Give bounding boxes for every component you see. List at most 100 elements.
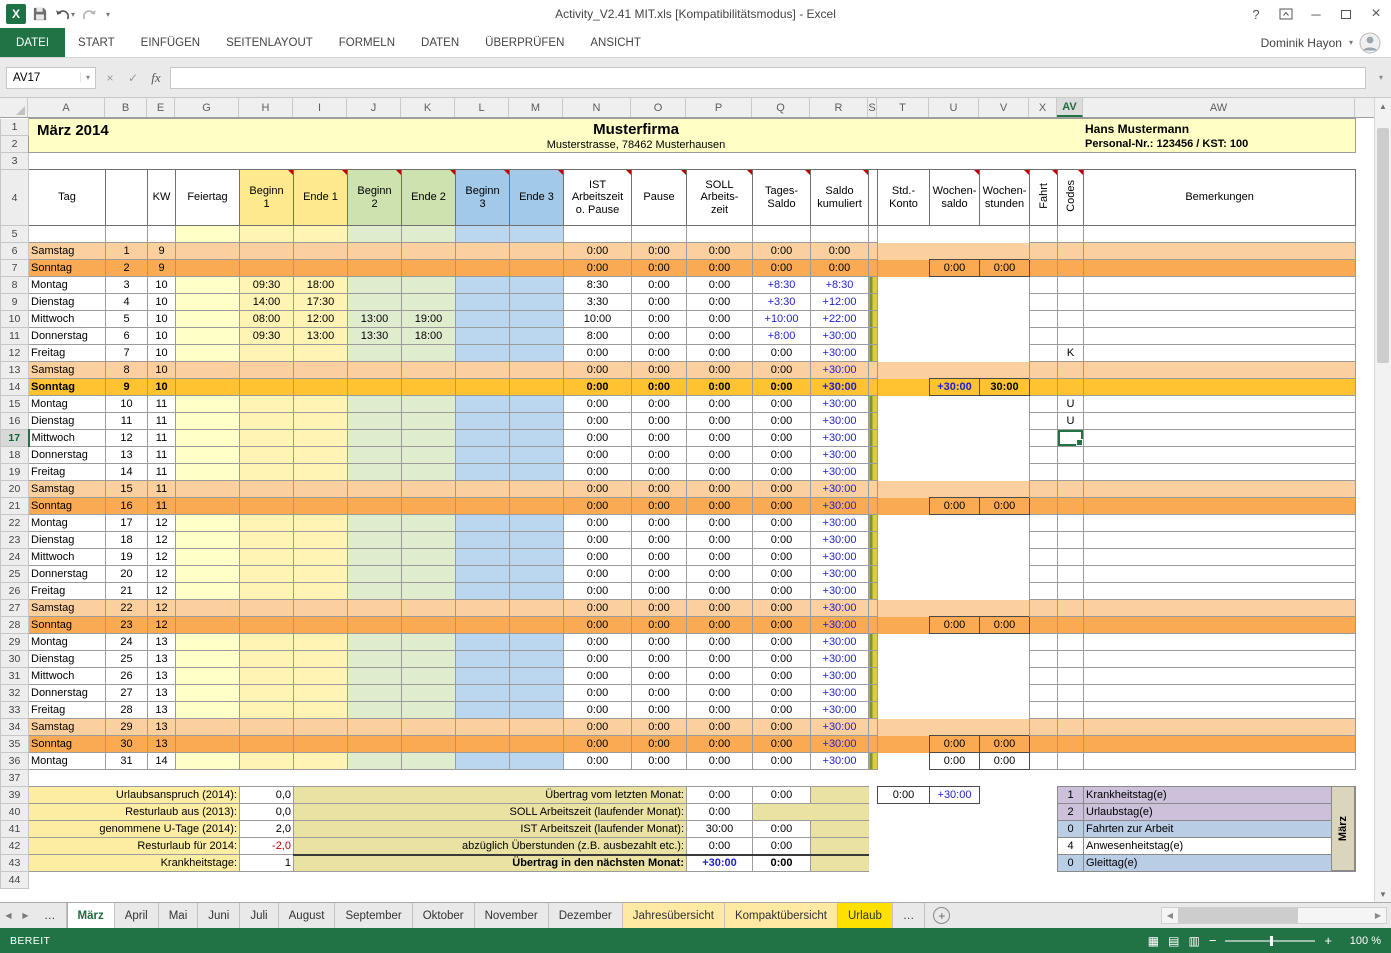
bemerkungen-cell[interactable] [1084,345,1356,362]
std-konto-cell[interactable] [878,702,930,719]
wochen-saldo-cell[interactable] [930,362,980,379]
ende3-cell[interactable] [510,566,564,583]
feiertag-cell[interactable] [176,736,240,753]
summary-mid-value2[interactable] [753,804,811,821]
kw-cell[interactable]: 11 [148,413,176,430]
summary-left-value[interactable]: 2,0 [240,821,294,838]
progress-stripe-cell[interactable] [869,379,878,396]
bemerkungen-cell[interactable] [1084,702,1356,719]
pause-cell[interactable]: 0:00 [632,600,687,617]
saldo-kumuliert-cell[interactable]: +30:00 [811,600,869,617]
tages-saldo-cell[interactable]: 0:00 [753,566,811,583]
ende2-cell[interactable] [402,566,456,583]
ende1-cell[interactable] [294,260,348,277]
day-name-cell[interactable]: Mittwoch [29,311,106,328]
ende1-cell[interactable]: 13:00 [294,328,348,345]
wochen-saldo-cell[interactable] [930,464,980,481]
feiertag-cell[interactable] [176,447,240,464]
ende2-cell[interactable] [402,481,456,498]
tages-saldo-cell[interactable]: 0:00 [753,430,811,447]
ende3-cell[interactable] [510,515,564,532]
row-header-24[interactable]: 24 [1,549,29,566]
soll-cell[interactable]: 0:00 [687,617,753,634]
wochen-stunden-cell[interactable] [980,311,1030,328]
pause-cell[interactable]: 0:00 [632,736,687,753]
row-header-31[interactable]: 31 [1,668,29,685]
sheet-tab-november[interactable]: November [475,903,549,928]
wochen-saldo-cell[interactable] [930,685,980,702]
bemerkungen-cell[interactable] [1084,617,1356,634]
table-header-bemerkungen[interactable]: Bemerkungen [1084,170,1356,226]
summary-right-value1[interactable] [878,821,930,838]
wochen-saldo-cell[interactable] [930,243,980,260]
std-konto-cell[interactable] [878,328,930,345]
cell[interactable] [564,226,632,243]
kw-cell[interactable]: 12 [148,532,176,549]
wochen-saldo-cell[interactable] [930,532,980,549]
fahrt-cell[interactable] [1030,515,1058,532]
wochen-saldo-cell[interactable] [930,549,980,566]
cell[interactable] [1030,804,1058,821]
day-number-cell[interactable]: 27 [106,685,148,702]
progress-stripe-cell[interactable] [869,328,878,345]
table-header-ende2[interactable]: Ende 2 [402,170,456,226]
beginn3-cell[interactable] [456,583,510,600]
legend-count[interactable]: 1 [1058,787,1084,804]
bemerkungen-cell[interactable] [1084,583,1356,600]
ende1-cell[interactable] [294,651,348,668]
cell[interactable] [240,226,294,243]
pause-cell[interactable]: 0:00 [632,260,687,277]
kw-cell[interactable]: 11 [148,464,176,481]
bemerkungen-cell[interactable] [1084,634,1356,651]
summary-right-value2[interactable] [930,838,980,855]
ende3-cell[interactable] [510,413,564,430]
std-konto-cell[interactable] [878,566,930,583]
column-header-S[interactable]: S [868,98,877,117]
cell[interactable] [869,226,878,243]
beginn2-cell[interactable] [348,566,402,583]
beginn2-cell[interactable] [348,481,402,498]
feiertag-cell[interactable] [176,685,240,702]
saldo-kumuliert-cell[interactable]: +30:00 [811,498,869,515]
bemerkungen-cell[interactable] [1084,277,1356,294]
codes-cell[interactable] [1058,736,1084,753]
beginn3-cell[interactable] [456,617,510,634]
progress-stripe-cell[interactable] [869,515,878,532]
row-header-32[interactable]: 32 [1,685,29,702]
kw-cell[interactable]: 11 [148,396,176,413]
bemerkungen-cell[interactable] [1084,464,1356,481]
codes-cell[interactable] [1058,719,1084,736]
fahrt-cell[interactable] [1030,260,1058,277]
beginn2-cell[interactable] [348,277,402,294]
wochen-stunden-cell[interactable] [980,702,1030,719]
summary-left-value[interactable]: -2,0 [240,838,294,855]
std-konto-cell[interactable] [878,719,930,736]
codes-cell[interactable] [1058,294,1084,311]
ende1-cell[interactable] [294,634,348,651]
ende3-cell[interactable] [510,549,564,566]
wochen-saldo-cell[interactable] [930,396,980,413]
saldo-kumuliert-cell[interactable]: +30:00 [811,532,869,549]
sheet-tab-april[interactable]: April [115,903,159,928]
day-name-cell[interactable]: Sonntag [29,260,106,277]
save-icon[interactable] [33,7,47,21]
soll-cell[interactable]: 0:00 [687,396,753,413]
progress-stripe-cell[interactable] [869,464,878,481]
ende3-cell[interactable] [510,634,564,651]
wochen-saldo-cell[interactable]: 0:00 [930,617,980,634]
day-name-cell[interactable]: Samstag [29,243,106,260]
wochen-stunden-cell[interactable] [980,430,1030,447]
pause-cell[interactable]: 0:00 [632,753,687,770]
day-number-cell[interactable]: 30 [106,736,148,753]
column-header-V[interactable]: V [979,98,1029,117]
tages-saldo-cell[interactable]: 0:00 [753,396,811,413]
day-name-cell[interactable]: Donnerstag [29,685,106,702]
account-area[interactable]: Dominik Hayon ▾ [1261,28,1391,57]
ende3-cell[interactable] [510,617,564,634]
day-name-cell[interactable]: Freitag [29,702,106,719]
selected-cell[interactable] [1058,430,1084,447]
summary-right-value1[interactable] [878,855,930,872]
ist-cell[interactable]: 0:00 [564,345,632,362]
ende1-cell[interactable] [294,668,348,685]
saldo-kumuliert-cell[interactable]: +30:00 [811,328,869,345]
